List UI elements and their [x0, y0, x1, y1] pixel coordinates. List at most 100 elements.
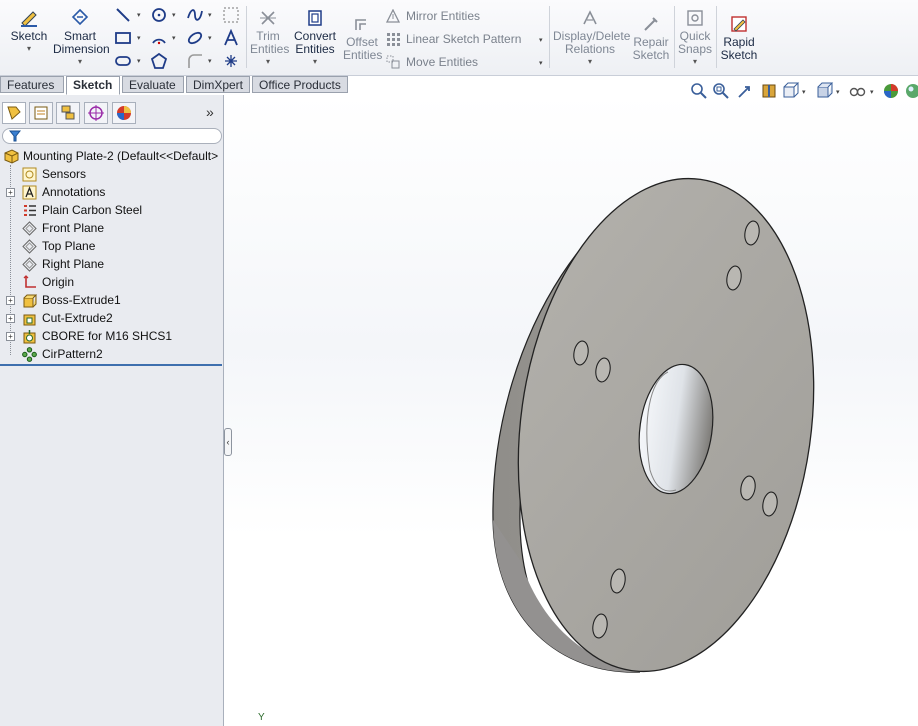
tree-item-sensors[interactable]: Sensors [0, 165, 223, 183]
polygon-icon[interactable] [150, 52, 168, 70]
repair-sketch-button[interactable]: Repair Sketch [632, 14, 670, 62]
chevron-down-icon[interactable]: ▾ [208, 57, 212, 65]
chevron-down-icon[interactable]: ▾ [137, 57, 141, 65]
chevron-down-icon[interactable]: ▾ [208, 11, 212, 19]
dimxpert-icon [88, 105, 104, 121]
featuremanager-tab[interactable] [2, 102, 26, 124]
circle-icon[interactable] [150, 6, 168, 24]
sketch-button[interactable]: Sketch ▾ [10, 8, 48, 53]
tree-item-top-plane[interactable]: Top Plane [0, 237, 223, 255]
arc-icon[interactable] [150, 29, 168, 47]
expand-toggle[interactable]: + [6, 188, 15, 197]
sensors-icon [22, 167, 37, 182]
tree-root[interactable]: Mounting Plate-2 (Default<<Default> [0, 147, 223, 165]
rapid-sketch-button[interactable]: Rapid Sketch [720, 14, 758, 62]
panel-splitter-handle[interactable]: ‹ [224, 428, 232, 456]
linear-sketch-pattern-button[interactable]: Linear Sketch Pattern [386, 31, 521, 47]
tree-item-material[interactable]: Plain Carbon Steel [0, 201, 223, 219]
chevron-down-icon[interactable]: ▾ [53, 58, 107, 66]
chevron-down-icon[interactable]: ▾ [678, 58, 712, 66]
trim-entities-button[interactable]: Trim Entities ▾ [250, 8, 289, 66]
tab-dimxpert[interactable]: DimXpert [186, 76, 250, 93]
tab-features[interactable]: Features [0, 76, 64, 93]
tab-evaluate[interactable]: Evaluate [122, 76, 184, 93]
part-model[interactable] [224, 95, 918, 726]
annotations-icon [22, 185, 37, 200]
propertymanager-tab[interactable] [29, 102, 53, 124]
slot-icon[interactable] [114, 52, 132, 70]
expand-toggle[interactable]: + [6, 314, 15, 323]
quick-snaps-button[interactable]: Quick Snaps ▾ [678, 8, 712, 66]
smart-dimension-button[interactable]: Smart Dimension ▾ [53, 8, 110, 66]
tree-item-origin[interactable]: Origin [0, 273, 223, 291]
grid-icon[interactable] [222, 6, 240, 24]
material-icon [24, 205, 36, 216]
spline-icon[interactable] [186, 6, 204, 24]
sketch-icon [21, 11, 37, 27]
convert-entities-icon [308, 10, 322, 26]
tree-item-cirpattern2[interactable]: CirPattern2 [0, 345, 223, 363]
dimxpertmanager-tab[interactable] [84, 102, 108, 124]
repair-sketch-icon [644, 17, 658, 31]
point-icon[interactable] [222, 52, 240, 70]
chevron-down-icon[interactable]: ▾ [250, 58, 286, 66]
boss-extrude-icon [23, 294, 37, 308]
convert-entities-button[interactable]: Convert Entities ▾ [292, 8, 338, 66]
text-icon[interactable] [222, 29, 240, 47]
hole-wizard-icon [23, 330, 36, 344]
plane-icon [22, 257, 37, 272]
cut-extrude-icon [23, 314, 36, 326]
display-delete-relations-button[interactable]: Display/Delete Relations ▾ [553, 8, 630, 66]
offset-entities-button[interactable]: Offset Entities [343, 14, 382, 62]
chevron-down-icon[interactable]: ▾ [539, 36, 543, 44]
chevron-down-icon[interactable]: ▾ [137, 11, 141, 19]
expand-toggle[interactable]: + [6, 296, 15, 305]
origin-icon [23, 275, 36, 288]
trim-icon [260, 11, 276, 25]
chevron-down-icon[interactable]: ▾ [10, 45, 48, 53]
rollback-bar[interactable] [0, 364, 222, 366]
chevron-down-icon[interactable]: ▾ [137, 34, 141, 42]
tree-item-right-plane[interactable]: Right Plane [0, 255, 223, 273]
chevron-down-icon[interactable]: ▾ [553, 58, 627, 66]
move-entities-button[interactable]: Move Entities [386, 54, 478, 70]
mirror-entities-button[interactable]: Mirror Entities [386, 8, 480, 24]
property-manager-icon [34, 106, 48, 120]
configurationmanager-tab[interactable] [56, 102, 80, 124]
tree-item-cbore[interactable]: + CBORE for M16 SHCS1 [0, 327, 223, 345]
offset-icon [355, 19, 366, 30]
circular-pattern-icon [22, 347, 37, 362]
tree-item-annotations[interactable]: + Annotations [0, 183, 223, 201]
quick-snaps-icon [687, 10, 703, 26]
rapid-sketch-icon [731, 16, 747, 32]
chevron-down-icon[interactable]: ▾ [172, 34, 176, 42]
tab-office-products[interactable]: Office Products [252, 76, 348, 93]
tree-item-front-plane[interactable]: Front Plane [0, 219, 223, 237]
filter-icon [9, 130, 21, 142]
tab-sketch[interactable]: Sketch [66, 76, 120, 95]
smart-dimension-icon [71, 8, 89, 26]
triad-y-label: Y [258, 712, 265, 723]
move-icon [386, 55, 400, 69]
plane-icon [22, 239, 37, 254]
chevron-down-icon[interactable]: ▾ [539, 59, 543, 67]
chevron-down-icon[interactable]: ▾ [208, 34, 212, 42]
displaymanager-tab[interactable] [112, 102, 136, 124]
part-icon [4, 149, 19, 164]
ellipse-icon[interactable] [186, 29, 204, 47]
line-icon[interactable] [114, 6, 132, 24]
expand-toggle[interactable]: + [6, 332, 15, 341]
chevron-down-icon[interactable]: ▾ [292, 58, 338, 66]
command-manager-tabs: Features Sketch Evaluate DimXpert Office… [0, 75, 918, 95]
configuration-manager-icon [61, 105, 75, 120]
tree-filter-input[interactable] [2, 128, 222, 144]
chevron-down-icon[interactable]: ▾ [172, 11, 176, 19]
ribbon-separator [549, 6, 550, 68]
relations-icon [583, 10, 597, 25]
fillet-icon[interactable] [186, 52, 204, 70]
linear-pattern-icon [387, 33, 400, 46]
rectangle-icon[interactable] [114, 29, 132, 47]
tree-item-cut-extrude2[interactable]: + Cut-Extrude2 [0, 309, 223, 327]
tree-item-boss-extrude1[interactable]: + Boss-Extrude1 [0, 291, 223, 309]
panel-expand-arrow[interactable]: » [206, 104, 214, 120]
